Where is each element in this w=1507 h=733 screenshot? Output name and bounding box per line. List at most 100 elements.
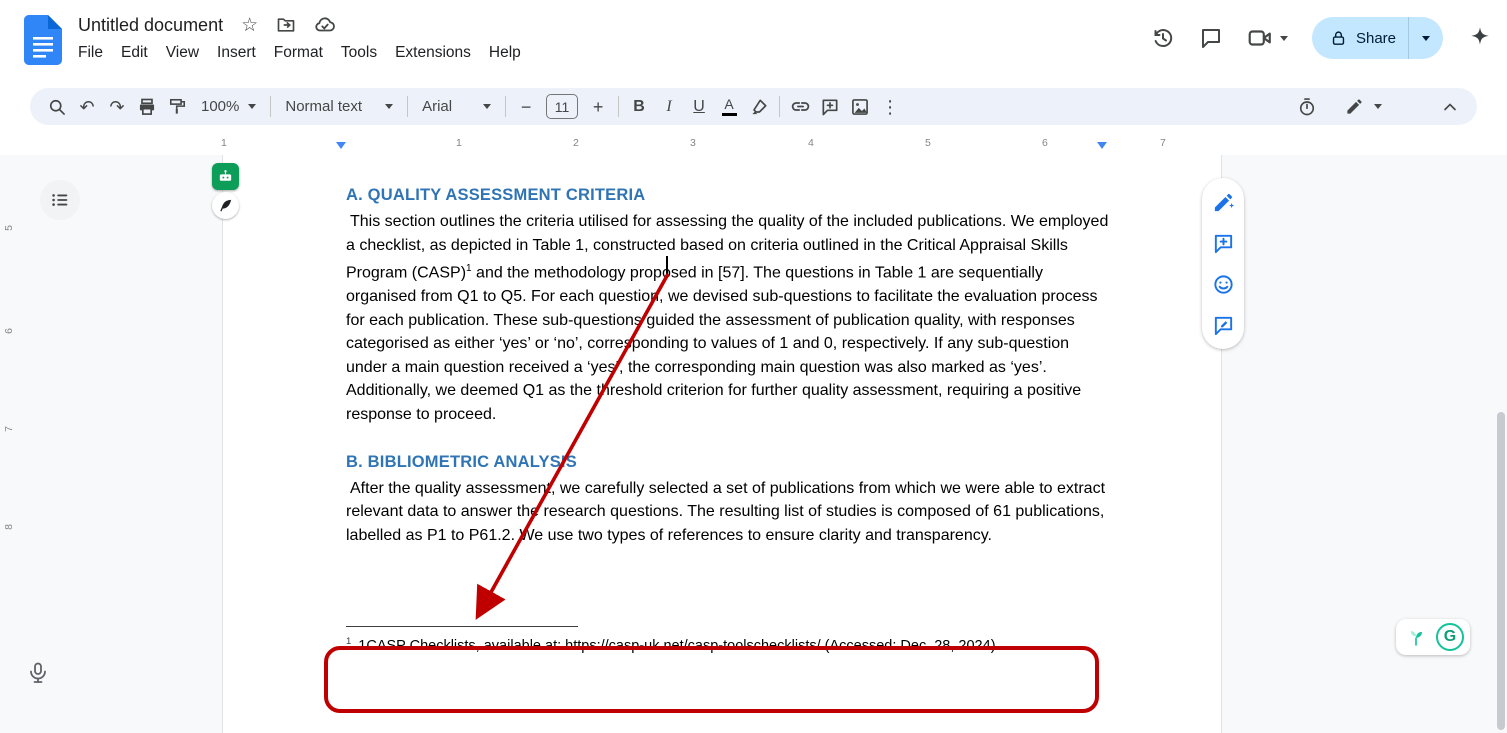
chevron-down-icon xyxy=(1422,36,1430,41)
ruler-number: 4 xyxy=(808,137,814,149)
timer-icon xyxy=(1297,97,1317,117)
editing-mode-button[interactable] xyxy=(1336,92,1391,122)
underline-button[interactable]: U xyxy=(684,92,714,122)
zoom-select[interactable]: 100% xyxy=(192,92,265,122)
comments-icon[interactable] xyxy=(1199,26,1223,50)
pen-icon xyxy=(1345,97,1364,116)
share-button[interactable]: Share xyxy=(1312,17,1443,59)
document-outline-button[interactable] xyxy=(40,180,80,220)
help-me-write-button[interactable] xyxy=(1210,189,1236,215)
toolbar-right-group xyxy=(1292,92,1465,122)
document-title[interactable]: Untitled document xyxy=(78,15,223,36)
menu-insert[interactable]: Insert xyxy=(208,41,265,65)
grammarly-g-icon[interactable]: G xyxy=(1436,623,1464,651)
document-page[interactable]: A. QUALITY ASSESSMENT CRITERIA This sect… xyxy=(222,155,1222,733)
redo-button[interactable]: ↷ xyxy=(102,92,132,122)
magic-pen-icon xyxy=(1212,191,1235,214)
print-button[interactable] xyxy=(132,92,162,122)
grammarly-suggestion-icon[interactable] xyxy=(1402,623,1430,651)
font-family-select[interactable]: Arial xyxy=(413,92,500,122)
search-button[interactable] xyxy=(42,92,72,122)
insert-comment-button[interactable] xyxy=(815,92,845,122)
footnote-divider xyxy=(346,626,578,627)
voice-typing-icon[interactable] xyxy=(23,658,53,688)
insert-image-button[interactable] xyxy=(845,92,875,122)
toolbar-divider xyxy=(618,96,619,117)
font-family-value: Arial xyxy=(422,98,452,115)
footnote-text: 1CASP Checklists, available at: https://… xyxy=(358,638,995,654)
toolbar-divider xyxy=(270,96,271,117)
emoji-reaction-button[interactable] xyxy=(1210,271,1236,297)
link-icon xyxy=(790,96,811,117)
left-indent-marker[interactable] xyxy=(336,142,346,149)
ruler-number: 7 xyxy=(3,422,15,436)
version-history-icon[interactable] xyxy=(1151,26,1175,50)
toolbar-divider xyxy=(407,96,408,117)
emoji-icon xyxy=(1212,273,1235,296)
insert-link-button[interactable] xyxy=(785,92,815,122)
footnote-marker: 1 xyxy=(346,636,351,647)
side-action-toolbar xyxy=(1202,178,1244,349)
star-icon[interactable]: ☆ xyxy=(241,16,258,35)
paragraph-quality-assessment[interactable]: This section outlines the criteria utili… xyxy=(346,210,1114,427)
menu-format[interactable]: Format xyxy=(265,41,332,65)
move-folder-icon[interactable] xyxy=(276,15,296,35)
toolbar-divider xyxy=(505,96,506,117)
image-icon xyxy=(850,97,870,117)
suggest-edits-icon xyxy=(1212,314,1235,337)
meet-presentation-button[interactable] xyxy=(1247,25,1288,51)
ruler-number: 3 xyxy=(690,137,696,149)
right-indent-marker[interactable] xyxy=(1097,142,1107,149)
menu-tools[interactable]: Tools xyxy=(332,41,386,65)
outline-list-icon xyxy=(49,189,71,211)
ruler-number: 7 xyxy=(1160,137,1166,149)
paint-format-button[interactable] xyxy=(162,92,192,122)
extension-robot-badge[interactable] xyxy=(212,163,239,190)
chevron-down-icon xyxy=(385,104,393,109)
share-label: Share xyxy=(1356,30,1396,47)
decrease-font-size-button[interactable]: − xyxy=(511,92,541,122)
italic-button[interactable]: I xyxy=(654,92,684,122)
vertical-scrollbar[interactable] xyxy=(1497,412,1505,730)
app-header: Untitled document ☆ File Edit View Inser… xyxy=(0,0,1507,86)
cloud-status-icon[interactable] xyxy=(314,14,336,36)
menu-file[interactable]: File xyxy=(69,41,112,65)
chevron-down-icon xyxy=(1280,36,1288,41)
text-color-button[interactable]: A xyxy=(714,92,744,122)
heading-quality-assessment[interactable]: A. QUALITY ASSESSMENT CRITERIA xyxy=(346,186,1114,205)
bold-button[interactable]: B xyxy=(624,92,654,122)
ruler-number: 1 xyxy=(456,137,462,149)
gemini-sparkle-icon[interactable] xyxy=(1467,25,1493,51)
font-size-input[interactable]: 11 xyxy=(546,94,578,119)
footnote[interactable]: 1 1CASP Checklists, available at: https:/… xyxy=(346,636,1114,654)
ruler-number: 5 xyxy=(3,221,15,235)
extension-quill-badge[interactable] xyxy=(212,192,239,219)
highlight-color-button[interactable] xyxy=(744,92,774,122)
add-comment-side-button[interactable] xyxy=(1210,230,1236,256)
highlighter-icon xyxy=(749,97,769,117)
more-options-button[interactable]: ⋮ xyxy=(875,92,905,122)
heading-bibliometric-analysis[interactable]: B. BIBLIOMETRIC ANALYSIS xyxy=(346,453,1114,472)
menu-help[interactable]: Help xyxy=(480,41,530,65)
collapse-toolbar-button[interactable] xyxy=(1435,92,1465,122)
ruler-number: 8 xyxy=(3,520,15,534)
docs-logo-icon[interactable] xyxy=(24,15,62,70)
suggest-edits-button[interactable] xyxy=(1210,312,1236,338)
add-comment-icon xyxy=(820,97,840,117)
document-content[interactable]: A. QUALITY ASSESSMENT CRITERIA This sect… xyxy=(346,155,1114,654)
ruler-number: 6 xyxy=(3,324,15,338)
chevron-down-icon xyxy=(1374,104,1382,109)
search-icon xyxy=(47,97,67,117)
paragraph-style-select[interactable]: Normal text xyxy=(276,92,402,122)
menu-edit[interactable]: Edit xyxy=(112,41,157,65)
menu-extensions[interactable]: Extensions xyxy=(386,41,480,65)
menu-view[interactable]: View xyxy=(157,41,208,65)
editing-timer-button[interactable] xyxy=(1292,92,1322,122)
horizontal-ruler[interactable]: 1 1 2 3 4 5 6 7 xyxy=(0,133,1507,155)
chevron-down-icon xyxy=(248,104,256,109)
increase-font-size-button[interactable]: + xyxy=(583,92,613,122)
paragraph-bibliometric-analysis[interactable]: After the quality assessment, we careful… xyxy=(346,477,1114,548)
share-dropdown-button[interactable] xyxy=(1409,17,1443,59)
undo-button[interactable]: ↶ xyxy=(72,92,102,122)
print-icon xyxy=(137,97,157,117)
